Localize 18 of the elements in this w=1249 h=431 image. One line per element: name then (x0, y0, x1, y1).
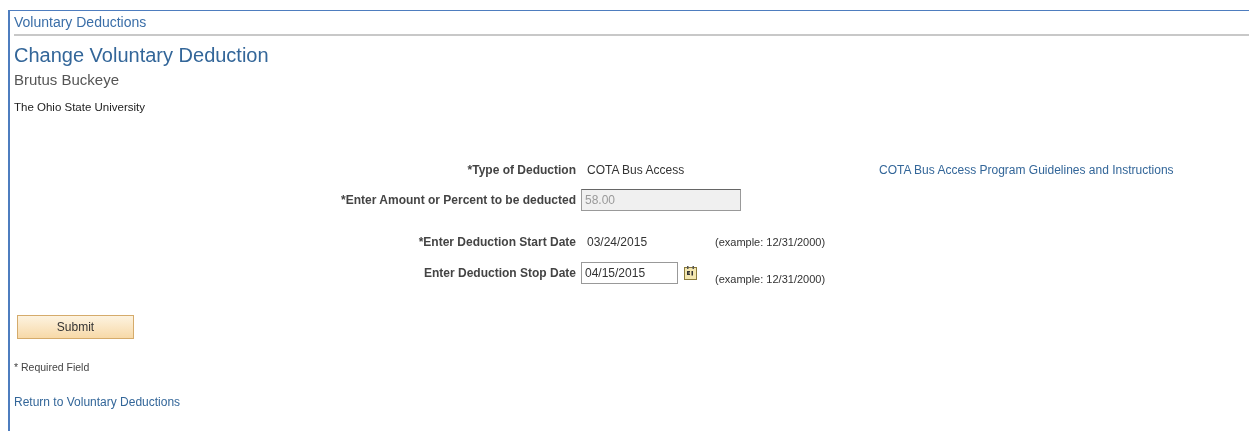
organization-name: The Ohio State University (14, 101, 147, 113)
date-field[interactable]: 04/15/2015 (581, 262, 678, 284)
field-value: 03/24/2015 (586, 235, 648, 249)
field-value: COTA Bus Access (586, 163, 685, 177)
example-hint: (example: 12/31/2000) (715, 236, 826, 248)
example-hint: (example: 12/31/2000) (715, 273, 826, 285)
field-label: *Enter Amount or Percent to be deducted (341, 193, 576, 207)
required-note: * Required Field (14, 361, 91, 373)
employee-name: Brutus Buckeye (14, 71, 121, 88)
calendar-icon[interactable] (684, 266, 697, 280)
section-title: Voluntary Deductions (14, 11, 1249, 36)
field-label: *Enter Deduction Start Date (418, 235, 576, 249)
guidelines-link[interactable]: COTA Bus Access Program Guidelines and Instructions (879, 163, 1174, 177)
submit-button[interactable]: Submit (17, 315, 134, 339)
page-title: Change Voluntary Deduction (14, 43, 270, 67)
field-label: Enter Deduction Stop Date (424, 266, 576, 280)
field-label: *Type of Deduction (467, 163, 576, 177)
return-link[interactable]: Return to Voluntary Deductions (14, 395, 181, 409)
